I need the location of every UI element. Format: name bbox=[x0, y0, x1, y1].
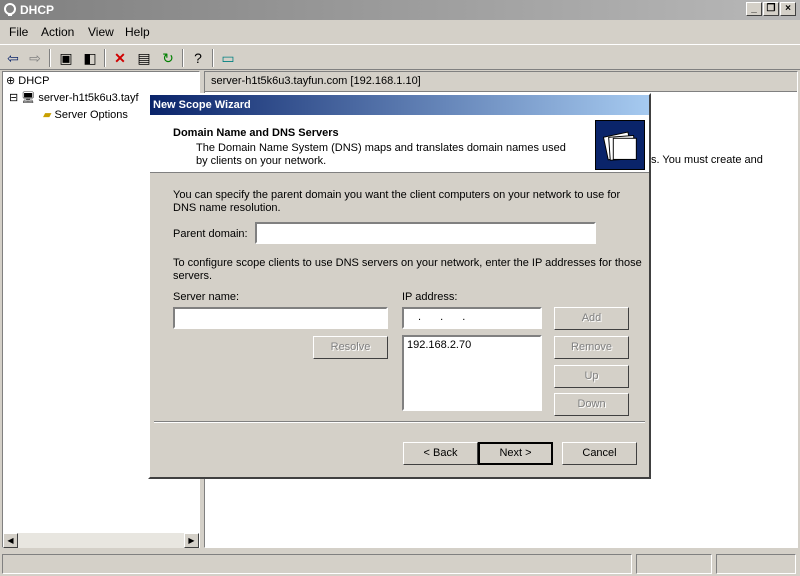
toolbar-separator bbox=[182, 49, 184, 67]
back-arrow-icon[interactable]: ⇦ bbox=[3, 48, 23, 68]
server-name-input[interactable] bbox=[173, 307, 388, 329]
minimize-button[interactable]: _ bbox=[746, 2, 762, 16]
back-button[interactable]: < Back bbox=[403, 442, 478, 465]
window-title: DHCP bbox=[20, 3, 55, 17]
tree-node-server-options[interactable]: ▰ Server Options bbox=[43, 108, 128, 121]
help-icon[interactable]: ? bbox=[188, 48, 208, 68]
scroll-left-icon[interactable]: ◀ bbox=[3, 533, 18, 548]
ip-address-label: IP address: bbox=[402, 291, 458, 303]
menu-help[interactable]: Help bbox=[125, 25, 150, 39]
dns-server-list[interactable]: 192.168.2.70 bbox=[402, 335, 542, 411]
menu-action[interactable]: Action bbox=[41, 25, 74, 39]
close-button[interactable]: × bbox=[780, 2, 796, 16]
intro-text: You can specify the parent domain you wa… bbox=[173, 189, 621, 214]
properties-icon[interactable]: ▤ bbox=[134, 48, 154, 68]
dialog-title: New Scope Wizard bbox=[150, 95, 649, 115]
new-scope-wizard-dialog: New Scope Wizard Domain Name and DNS Ser… bbox=[148, 93, 651, 479]
show-tree-icon[interactable]: ◧ bbox=[80, 48, 100, 68]
window-titlebar: DHCP _ ❐ × bbox=[0, 0, 800, 20]
status-cell bbox=[2, 554, 632, 574]
refresh-icon[interactable]: ↻ bbox=[158, 48, 178, 68]
tree-node-label: DHCP bbox=[18, 75, 50, 87]
remove-button[interactable]: Remove bbox=[554, 336, 629, 359]
forward-arrow-icon[interactable]: ⇨ bbox=[25, 48, 45, 68]
next-button[interactable]: Next > bbox=[478, 442, 553, 465]
menu-view[interactable]: View bbox=[88, 25, 114, 39]
list-item[interactable]: 192.168.2.70 bbox=[407, 339, 537, 351]
tree-node-label: server-h1t5k6u3.tayf bbox=[38, 92, 139, 104]
console-icon[interactable]: ▭ bbox=[218, 48, 238, 68]
scroll-right-icon[interactable]: ▶ bbox=[184, 533, 199, 548]
configure-text: To configure scope clients to use DNS se… bbox=[173, 257, 642, 282]
server-name-label: Server name: bbox=[173, 291, 240, 303]
details-text: s. You must create and bbox=[651, 154, 763, 166]
folder-icon: ▰ bbox=[43, 109, 52, 121]
menu-file[interactable]: File bbox=[9, 25, 28, 39]
ip-address-input[interactable]: . . . bbox=[402, 307, 542, 329]
down-button[interactable]: Down bbox=[554, 393, 629, 416]
wizard-heading: Domain Name and DNS Servers bbox=[173, 127, 339, 139]
add-button[interactable]: Add bbox=[554, 307, 629, 330]
status-cell bbox=[716, 554, 796, 574]
toolbar-separator bbox=[104, 49, 106, 67]
cancel-button[interactable]: Cancel bbox=[562, 442, 637, 465]
up-button[interactable]: Up bbox=[554, 365, 629, 388]
tree-horizontal-scrollbar[interactable]: ◀ ▶ bbox=[3, 533, 199, 548]
restore-button[interactable]: ❐ bbox=[763, 2, 779, 16]
dhcp-node-icon: ⊕ bbox=[6, 75, 16, 87]
collapse-icon[interactable]: ⊟ bbox=[9, 92, 18, 104]
status-cell bbox=[636, 554, 712, 574]
toolbar-separator bbox=[49, 49, 51, 67]
toolbar-separator bbox=[212, 49, 214, 67]
parent-domain-label: Parent domain: bbox=[173, 228, 248, 240]
toolbar: ⇦ ⇨ ▣ ◧ ✕ ▤ ↻ ? ▭ bbox=[0, 44, 800, 70]
wizard-folders-icon bbox=[595, 120, 645, 170]
dhcp-icon bbox=[4, 3, 16, 16]
tree-node-dhcp[interactable]: ⊕ DHCP bbox=[6, 74, 49, 87]
wizard-subheading: The Domain Name System (DNS) maps and tr… bbox=[196, 142, 566, 167]
dialog-separator bbox=[154, 421, 645, 423]
details-header: server-h1t5k6u3.tayfun.com [192.168.1.10… bbox=[205, 72, 797, 92]
delete-icon[interactable]: ✕ bbox=[110, 48, 130, 68]
tree-node-server[interactable]: ⊟ 🖥 server-h1t5k6u3.tayf bbox=[9, 91, 139, 104]
tree-node-label: Server Options bbox=[54, 109, 128, 121]
wizard-header: Domain Name and DNS Servers The Domain N… bbox=[150, 115, 649, 173]
resolve-button[interactable]: Resolve bbox=[313, 336, 388, 359]
up-folder-icon[interactable]: ▣ bbox=[56, 48, 76, 68]
parent-domain-input[interactable] bbox=[255, 222, 596, 244]
menubar: File Action View Help bbox=[0, 21, 800, 43]
server-icon: 🖥 bbox=[21, 92, 36, 104]
statusbar bbox=[0, 552, 800, 576]
